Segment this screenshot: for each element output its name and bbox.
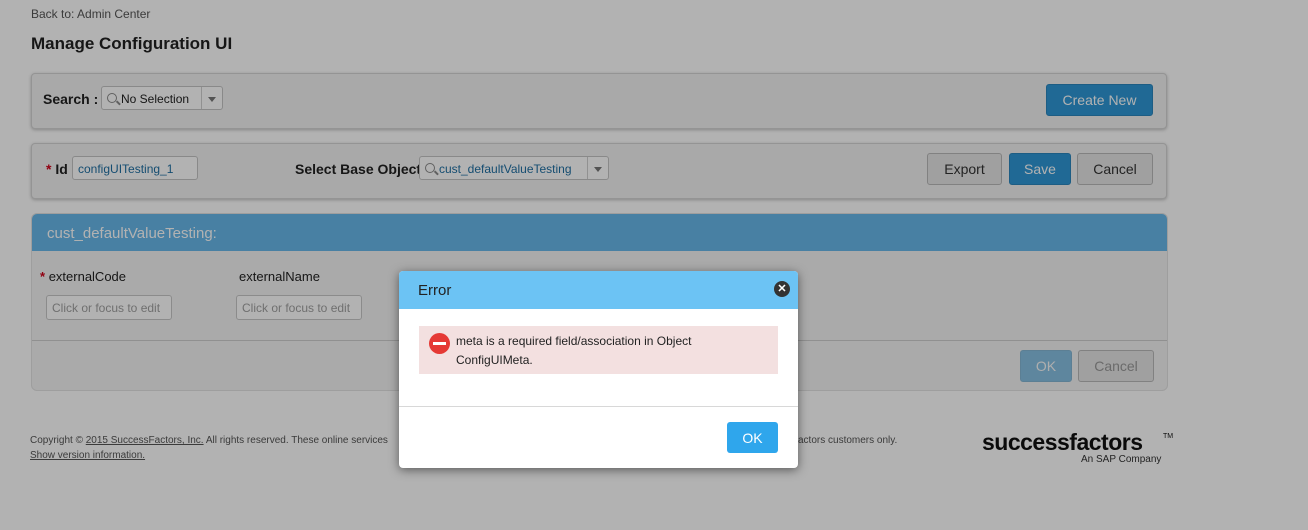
dialog-ok-button[interactable]: OK (727, 422, 778, 453)
dialog-title: Error (418, 282, 452, 299)
error-message: meta is a required field/association in … (456, 334, 692, 367)
dialog-divider (399, 406, 798, 407)
dialog-header: Error ✕ (399, 271, 798, 309)
close-icon[interactable]: ✕ (774, 281, 790, 297)
error-icon (429, 333, 450, 354)
error-dialog: Error ✕ meta is a required field/associa… (399, 271, 798, 468)
error-message-box: meta is a required field/association in … (419, 326, 778, 374)
